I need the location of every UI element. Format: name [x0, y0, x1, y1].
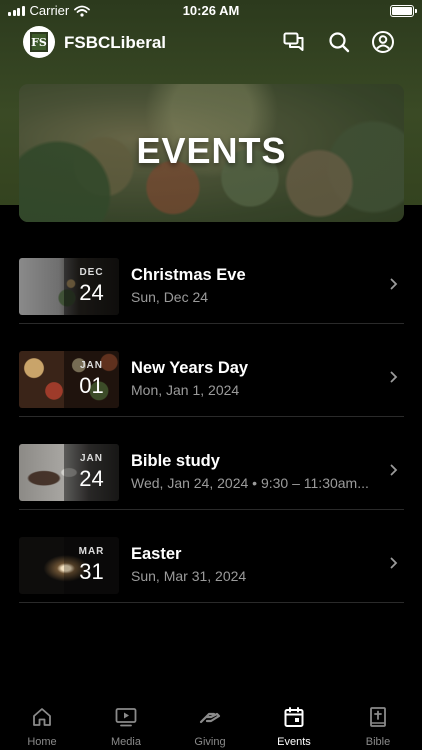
event-thumbnail: JAN 24 — [19, 444, 119, 501]
app-title: FSBCLiberal — [64, 33, 167, 52]
tab-media[interactable]: Media — [84, 706, 168, 748]
tab-label: Media — [111, 736, 141, 748]
church-logo[interactable]: FS — [23, 26, 55, 58]
event-title: Bible study — [131, 452, 220, 470]
banner-title: EVENTS — [136, 130, 287, 171]
tab-label: Events — [277, 736, 311, 748]
event-thumbnail: MAR 31 — [19, 537, 119, 594]
chevron-right-icon — [390, 278, 398, 290]
tab-label: Home — [27, 736, 57, 748]
app-header: FS FSBCLiberal — [0, 24, 422, 64]
events-banner: EVENTS — [19, 84, 404, 222]
clock: 10:26 AM — [182, 3, 240, 18]
divider — [19, 416, 404, 417]
giving-icon — [199, 712, 221, 724]
chevron-right-icon — [390, 557, 398, 569]
tab-bar: Home Media Giving Events Bible — [0, 700, 422, 750]
tab-bible[interactable]: Bible — [336, 706, 420, 748]
divider — [19, 323, 404, 324]
calendar-icon — [284, 707, 304, 727]
tab-giving[interactable]: Giving — [168, 706, 252, 748]
event-day: 31 — [79, 559, 104, 584]
event-day: 24 — [79, 466, 104, 491]
tab-events[interactable]: Events — [252, 706, 336, 748]
event-date: Mon, Jan 1, 2024 — [131, 382, 240, 398]
event-month: MAR — [78, 546, 105, 557]
event-date: Sun, Dec 24 — [131, 289, 209, 305]
divider — [19, 509, 404, 510]
event-title: New Years Day — [131, 359, 249, 377]
event-title: Easter — [131, 545, 182, 563]
home-icon — [33, 708, 51, 726]
tab-home[interactable]: Home — [0, 706, 84, 748]
event-row-christmas-eve[interactable]: DEC 24 Christmas Eve Sun, Dec 24 — [19, 232, 404, 324]
event-month: DEC — [79, 267, 104, 278]
chevron-right-icon — [390, 371, 398, 383]
chat-icon[interactable] — [282, 30, 306, 54]
event-thumbnail: JAN 01 — [19, 351, 119, 408]
tab-label: Bible — [365, 736, 391, 748]
search-icon[interactable] — [327, 30, 351, 54]
chevron-right-icon — [390, 464, 398, 476]
logo-mark: FS — [30, 32, 48, 52]
event-thumbnail: DEC 24 — [19, 258, 119, 315]
event-title: Christmas Eve — [131, 266, 246, 284]
event-date: Wed, Jan 24, 2024 • 9:30 – 11:30am... — [131, 475, 369, 491]
account-icon[interactable] — [371, 30, 395, 54]
event-row-bible-study[interactable]: JAN 24 Bible study Wed, Jan 24, 2024 • 9… — [19, 418, 404, 510]
media-icon — [115, 708, 137, 727]
event-month: JAN — [79, 360, 103, 371]
event-row-new-years-day[interactable]: JAN 01 New Years Day Mon, Jan 1, 2024 — [19, 325, 404, 417]
event-day: 24 — [79, 280, 104, 305]
event-day: 01 — [79, 373, 104, 398]
event-month: JAN — [79, 453, 103, 464]
tab-label: Giving — [194, 736, 226, 748]
status-bar: Carrier 10:26 AM — [0, 0, 422, 22]
divider — [19, 602, 404, 603]
battery-icon — [390, 5, 417, 17]
event-date: Sun, Mar 31, 2024 — [131, 568, 247, 584]
event-row-easter[interactable]: MAR 31 Easter Sun, Mar 31, 2024 — [19, 511, 404, 603]
bible-icon — [370, 707, 386, 727]
